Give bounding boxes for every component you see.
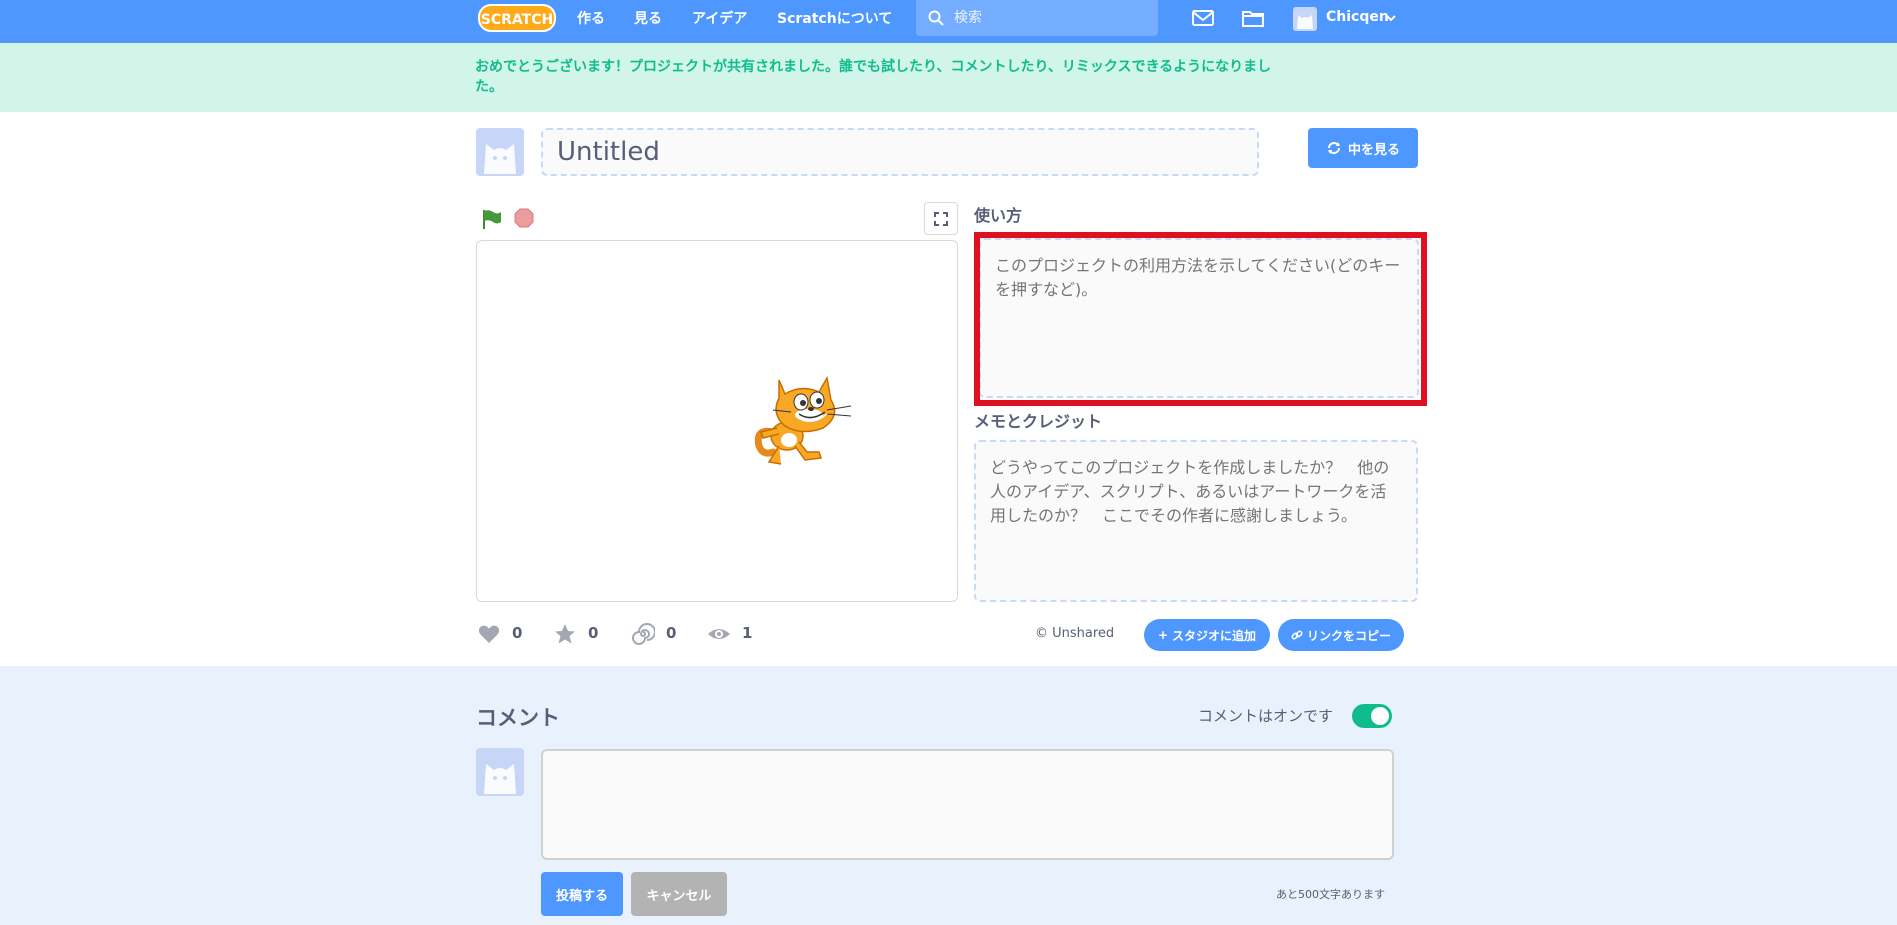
see-inside-button[interactable]: 中を見る — [1308, 128, 1418, 168]
messages-icon[interactable] — [1191, 7, 1215, 29]
add-to-studio-label: スタジオに追加 — [1172, 628, 1257, 643]
comments-title: コメント — [476, 706, 560, 730]
comments-toggle-label: コメントはオンです — [1198, 707, 1334, 725]
username[interactable]: Chicqen — [1326, 9, 1389, 25]
share-success-banner: おめでとうございます！プロジェクトが共有されました。誰でも試したり、コメントした… — [0, 43, 1897, 112]
search-box[interactable] — [916, 0, 1158, 36]
project-stage[interactable] — [476, 240, 958, 602]
loves-count: 0 — [512, 624, 523, 642]
cat-avatar-icon — [1297, 15, 1313, 29]
search-input[interactable] — [954, 8, 1144, 28]
banner-message: おめでとうございます！プロジェクトが共有されました。誰でも試したり、コメントした… — [475, 59, 1272, 95]
comments-toggle[interactable] — [1352, 704, 1392, 728]
eye-icon — [708, 629, 730, 639]
notes-label: メモとクレジット — [974, 412, 1103, 431]
my-stuff-folder-icon[interactable] — [1241, 7, 1265, 29]
comment-input[interactable] — [541, 749, 1394, 860]
project-title-input[interactable] — [541, 128, 1259, 176]
link-icon — [1291, 630, 1303, 640]
remixes-count: 0 — [666, 624, 677, 642]
nav-about[interactable]: Scratchについて — [777, 8, 892, 28]
instructions-highlight-box — [974, 232, 1427, 406]
see-inside-label: 中を見る — [1347, 142, 1400, 158]
svg-text:SCRATCH: SCRATCH — [481, 12, 553, 28]
notes-textarea[interactable] — [974, 440, 1418, 602]
post-comment-button[interactable]: 投稿する — [541, 872, 623, 916]
instructions-label: 使い方 — [974, 206, 1023, 225]
remix-arrows-icon — [1327, 142, 1340, 154]
add-to-studio-button[interactable]: + スタジオに追加 — [1144, 619, 1270, 651]
share-status-text: Unshared — [1052, 626, 1115, 641]
chevron-down-icon[interactable] — [1384, 11, 1398, 25]
share-status: © Unshared — [1035, 626, 1114, 641]
favorites-count: 0 — [588, 624, 599, 642]
fullscreen-icon — [934, 211, 948, 226]
copy-link-label: リンクをコピー — [1306, 628, 1391, 643]
cat-avatar-icon — [484, 144, 516, 174]
nav-explore[interactable]: 見る — [634, 8, 662, 28]
nav-create[interactable]: 作る — [577, 8, 605, 28]
search-icon — [928, 10, 944, 26]
user-avatar[interactable] — [1293, 7, 1317, 31]
commenter-avatar — [476, 748, 524, 796]
cat-avatar-icon — [484, 764, 516, 794]
project-owner-avatar[interactable] — [476, 128, 524, 176]
stop-icon[interactable] — [514, 208, 534, 228]
remix-spiral-icon — [632, 623, 655, 645]
toggle-knob — [1371, 707, 1389, 725]
cancel-comment-button[interactable]: キャンセル — [631, 872, 727, 916]
green-flag-icon[interactable] — [481, 208, 503, 230]
heart-icon[interactable] — [477, 622, 501, 646]
views-count: 1 — [742, 624, 753, 642]
star-icon[interactable] — [553, 622, 577, 646]
top-navbar: SCRATCH 作る 見る アイデア Scratchについて Chicqen — [0, 0, 1897, 43]
copyright-icon: © — [1035, 626, 1048, 641]
scratch-cat-sprite[interactable] — [751, 370, 857, 474]
nav-ideas[interactable]: アイデア — [692, 8, 747, 28]
fullscreen-button[interactable] — [924, 202, 958, 235]
scratch-logo[interactable]: SCRATCH — [478, 3, 556, 33]
characters-remaining: あと500文字あります — [1276, 888, 1385, 901]
plus-icon: + — [1157, 628, 1169, 642]
copy-link-button[interactable]: リンクをコピー — [1278, 619, 1404, 651]
